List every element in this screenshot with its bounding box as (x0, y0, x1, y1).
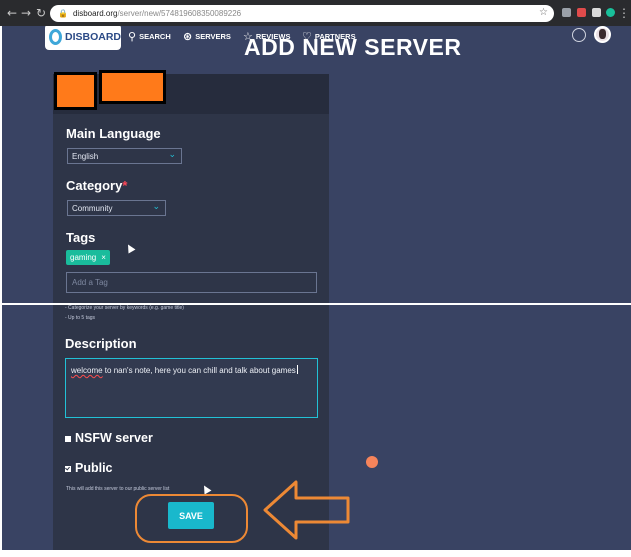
site-viewport-top: ADD NEW SERVER DISBOARD ⚲ SEARCH ⊛ SERVE… (0, 26, 631, 303)
nav-partners-label: PARTNERS (314, 32, 356, 41)
public-note: This will add this server to our public … (66, 486, 170, 492)
text-caret (296, 365, 298, 374)
redaction-box (99, 70, 166, 104)
nav-reviews-label: REVIEWS (255, 32, 291, 41)
main-language-label: Main Language (66, 126, 161, 141)
address-bar[interactable]: 🔒 disboard.org /server/new/5748196083500… (50, 5, 554, 22)
frame-border (0, 550, 631, 557)
reload-icon[interactable]: ↻ (34, 6, 48, 20)
redaction-box (54, 72, 97, 110)
url-host: disboard.org (72, 9, 118, 18)
back-icon[interactable]: ← (5, 6, 19, 20)
grammarly-icon[interactable] (366, 456, 378, 468)
language-globe-icon[interactable] (572, 28, 586, 42)
logo-text: DISBOARD (64, 31, 121, 43)
category-label: Category* (66, 178, 127, 193)
avatar[interactable] (594, 26, 611, 43)
public-label: Public (75, 461, 113, 475)
site-header: DISBOARD ⚲ SEARCH ⊛ SERVERS ☆ REVIEWS ♡ … (0, 26, 631, 50)
nsfw-label: NSFW server (75, 431, 153, 445)
tags-label: Tags (66, 230, 96, 245)
site-viewport-bottom: - Categorize your server by keywords (e.… (0, 305, 631, 550)
frame-border (0, 26, 2, 550)
description-text: to nan's note, here you can chill and ta… (102, 366, 296, 375)
nav-partners[interactable]: ♡ PARTNERS (302, 30, 356, 43)
menu-icon[interactable]: ⋮ (617, 6, 631, 20)
main-language-select[interactable]: English ⌄ (67, 148, 182, 164)
chevron-down-icon: ⌄ (152, 202, 160, 212)
main-language-value: English (72, 151, 99, 161)
tag-chip-text: gaming (70, 253, 97, 262)
tags-hint: - Categorize your server by keywords (e.… (65, 305, 184, 311)
star-icon: ☆ (243, 30, 253, 43)
extension-icon[interactable] (577, 8, 586, 17)
search-icon: ⚲ (128, 30, 137, 43)
category-select[interactable]: Community ⌄ (67, 200, 166, 216)
url-path: /server/new/574819608350089226 (117, 9, 242, 18)
nav-search-label: SEARCH (139, 32, 171, 41)
annotation-arrow-icon (263, 480, 350, 540)
required-mark: * (122, 178, 128, 193)
tags-hint: - Up to 5 tags (65, 315, 96, 321)
tag-input[interactable]: Add a Tag (66, 272, 317, 293)
description-textarea[interactable]: welcome to nan's note, here you can chil… (65, 358, 378, 468)
highlight-ring (135, 494, 248, 543)
category-label-text: Category (66, 178, 123, 193)
heart-icon: ♡ (302, 30, 312, 43)
nav-servers[interactable]: ⊛ SERVERS (183, 30, 231, 43)
description-label: Description (65, 336, 137, 351)
lock-icon: 🔒 (58, 9, 68, 18)
tag-chip[interactable]: gaming × (66, 250, 110, 265)
description-first-word: welcome (71, 366, 103, 375)
nav-reviews[interactable]: ☆ REVIEWS (243, 30, 290, 43)
remove-tag-icon[interactable]: × (101, 253, 106, 262)
logo-icon (49, 29, 62, 45)
browser-toolbar: ← → ↻ 🔒 disboard.org /server/new/5748196… (0, 0, 631, 26)
category-value: Community (72, 203, 113, 213)
nav-servers-label: SERVERS (195, 32, 231, 41)
gamepad-icon: ⊛ (183, 30, 193, 43)
extension-icon[interactable] (592, 8, 601, 17)
chevron-down-icon: ⌄ (168, 150, 176, 160)
bookmark-star-icon[interactable]: ☆ (539, 7, 548, 18)
nsfw-checkbox[interactable] (65, 436, 71, 442)
public-checkbox[interactable] (65, 466, 71, 472)
forward-icon[interactable]: → (19, 6, 33, 20)
disboard-logo[interactable]: DISBOARD (45, 26, 121, 50)
nav-search[interactable]: ⚲ SEARCH (128, 30, 171, 43)
extension-icon[interactable] (606, 8, 615, 17)
extension-icon[interactable] (562, 8, 571, 17)
